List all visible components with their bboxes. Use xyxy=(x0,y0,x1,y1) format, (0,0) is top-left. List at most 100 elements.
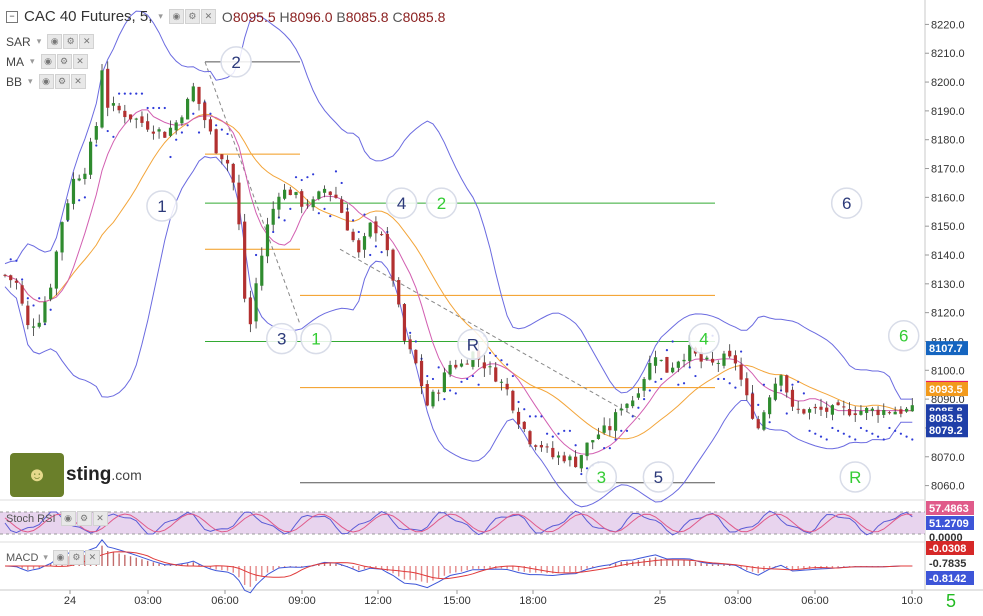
candle-body xyxy=(305,204,310,206)
sar-dot xyxy=(717,377,720,381)
trading-chart[interactable]: 123142R35466R 57.4863 51.2709 0.0000 -0.030… xyxy=(0,0,983,611)
candle-body xyxy=(214,129,218,154)
sar-dot xyxy=(762,383,766,386)
sar-dot xyxy=(494,354,497,357)
candle-body xyxy=(294,192,298,195)
sar-dot xyxy=(500,359,503,362)
candle-body xyxy=(516,411,521,425)
candle-body xyxy=(419,360,424,387)
eye-icon[interactable]: ◉ xyxy=(60,511,76,526)
eye-icon[interactable]: ◉ xyxy=(47,34,63,49)
candle-body xyxy=(494,367,498,382)
eye-icon[interactable]: ◉ xyxy=(168,9,184,24)
sar-dot xyxy=(568,429,572,432)
sar-dot xyxy=(643,398,646,401)
sar-dot xyxy=(802,392,805,395)
indicator-sar[interactable]: SAR ▾ ◉ ⚙ ✕ xyxy=(6,34,95,49)
candle-body xyxy=(128,114,133,120)
candle-body xyxy=(790,389,795,407)
price-tick: 8210.0 xyxy=(931,48,965,60)
gear-icon[interactable]: ⚙ xyxy=(56,54,72,69)
time-label: 15:00 xyxy=(443,595,471,607)
sar-dot xyxy=(112,135,115,138)
sar-dot xyxy=(466,377,469,381)
candle-body xyxy=(499,381,504,383)
sar-dot xyxy=(654,380,657,383)
candle-body xyxy=(146,121,150,130)
price-tick: 8160.0 xyxy=(931,192,965,204)
candle-body xyxy=(368,222,372,237)
sar-dot xyxy=(369,253,372,257)
candle-body xyxy=(739,364,743,380)
candle-body xyxy=(385,233,389,251)
sar-dot xyxy=(899,432,902,435)
candle-body xyxy=(539,444,543,448)
candle-body xyxy=(20,285,24,304)
sar-dot xyxy=(819,435,823,438)
close-icon[interactable]: ✕ xyxy=(72,54,88,69)
stoch-rsi-label[interactable]: Stoch RSI ◉ ⚙ ✕ xyxy=(6,511,108,526)
sar-dot xyxy=(186,124,189,127)
candle-body xyxy=(237,182,241,225)
sar-dot xyxy=(78,199,81,202)
time-label: 03:00 xyxy=(134,595,162,607)
macd-label[interactable]: MACD ▾ ◉ ⚙ ✕ xyxy=(6,550,100,565)
wave-label: 5 xyxy=(654,468,663,487)
close-icon[interactable]: ✕ xyxy=(70,74,86,89)
gear-icon[interactable]: ⚙ xyxy=(54,74,70,89)
eye-icon[interactable]: ◉ xyxy=(52,550,68,565)
sar-dot xyxy=(192,112,195,115)
indicator-ma[interactable]: MA ▾ ◉ ⚙ ✕ xyxy=(6,54,88,69)
eye-icon[interactable]: ◉ xyxy=(40,54,56,69)
chevron-down-icon[interactable]: ▾ xyxy=(37,36,42,47)
price-tick: 8200.0 xyxy=(931,77,965,89)
gear-icon[interactable]: ⚙ xyxy=(76,511,92,526)
candle-body xyxy=(636,393,640,398)
candle-body xyxy=(836,402,840,406)
close-icon[interactable]: ✕ xyxy=(200,9,216,24)
sar-dot xyxy=(38,297,41,300)
sar-dot xyxy=(665,349,669,352)
indicator-bb[interactable]: BB ▾ ◉ ⚙ ✕ xyxy=(6,74,86,89)
candle-body xyxy=(77,178,81,181)
chevron-down-icon[interactable]: ▾ xyxy=(158,11,163,22)
gear-icon[interactable]: ⚙ xyxy=(68,550,84,565)
candle-body xyxy=(88,141,93,175)
candle-body xyxy=(596,434,601,439)
sar-dot xyxy=(545,432,549,435)
eye-icon[interactable]: ◉ xyxy=(38,74,54,89)
close-icon[interactable]: ✕ xyxy=(79,34,95,49)
sar-dot xyxy=(306,176,309,179)
candle-body xyxy=(106,68,110,108)
candle-body xyxy=(408,339,412,350)
chart-svg[interactable]: 123 14 2R3 5466R 57.486351.27090.0000-0.030… xyxy=(0,0,983,611)
header-buttons: ◉ ⚙ ✕ xyxy=(168,9,216,24)
candle-body xyxy=(574,456,578,468)
sar-dot xyxy=(443,398,446,401)
candle-body xyxy=(745,378,749,396)
sar-dot xyxy=(660,377,663,381)
sar-dot xyxy=(528,415,532,418)
collapse-icon[interactable]: − xyxy=(6,10,18,23)
close-icon[interactable]: ✕ xyxy=(84,550,100,565)
chevron-down-icon[interactable]: ▾ xyxy=(30,56,35,67)
candle-body xyxy=(203,102,207,121)
high-value: 8096.0 xyxy=(289,8,333,25)
candle-body xyxy=(882,410,886,415)
sar-dot xyxy=(876,435,880,438)
sar-dot xyxy=(146,106,149,110)
sar-dot xyxy=(905,435,908,438)
candle-body xyxy=(168,127,173,136)
candle-body xyxy=(876,409,880,416)
gear-icon[interactable]: ⚙ xyxy=(63,34,79,49)
symbol-title[interactable]: CAC 40 Futures, 5, xyxy=(24,8,152,25)
candle-body xyxy=(705,357,709,360)
gear-icon[interactable]: ⚙ xyxy=(184,9,200,24)
sar-dot xyxy=(825,438,828,441)
candle-body xyxy=(825,407,829,412)
candle-body xyxy=(248,297,252,325)
chevron-down-icon[interactable]: ▾ xyxy=(28,76,33,87)
close-icon[interactable]: ✕ xyxy=(92,511,108,526)
ohlc-readout: O8095.5 H8096.0 B8085.8 C8085.8 xyxy=(221,8,446,25)
sar-dot xyxy=(340,181,343,185)
